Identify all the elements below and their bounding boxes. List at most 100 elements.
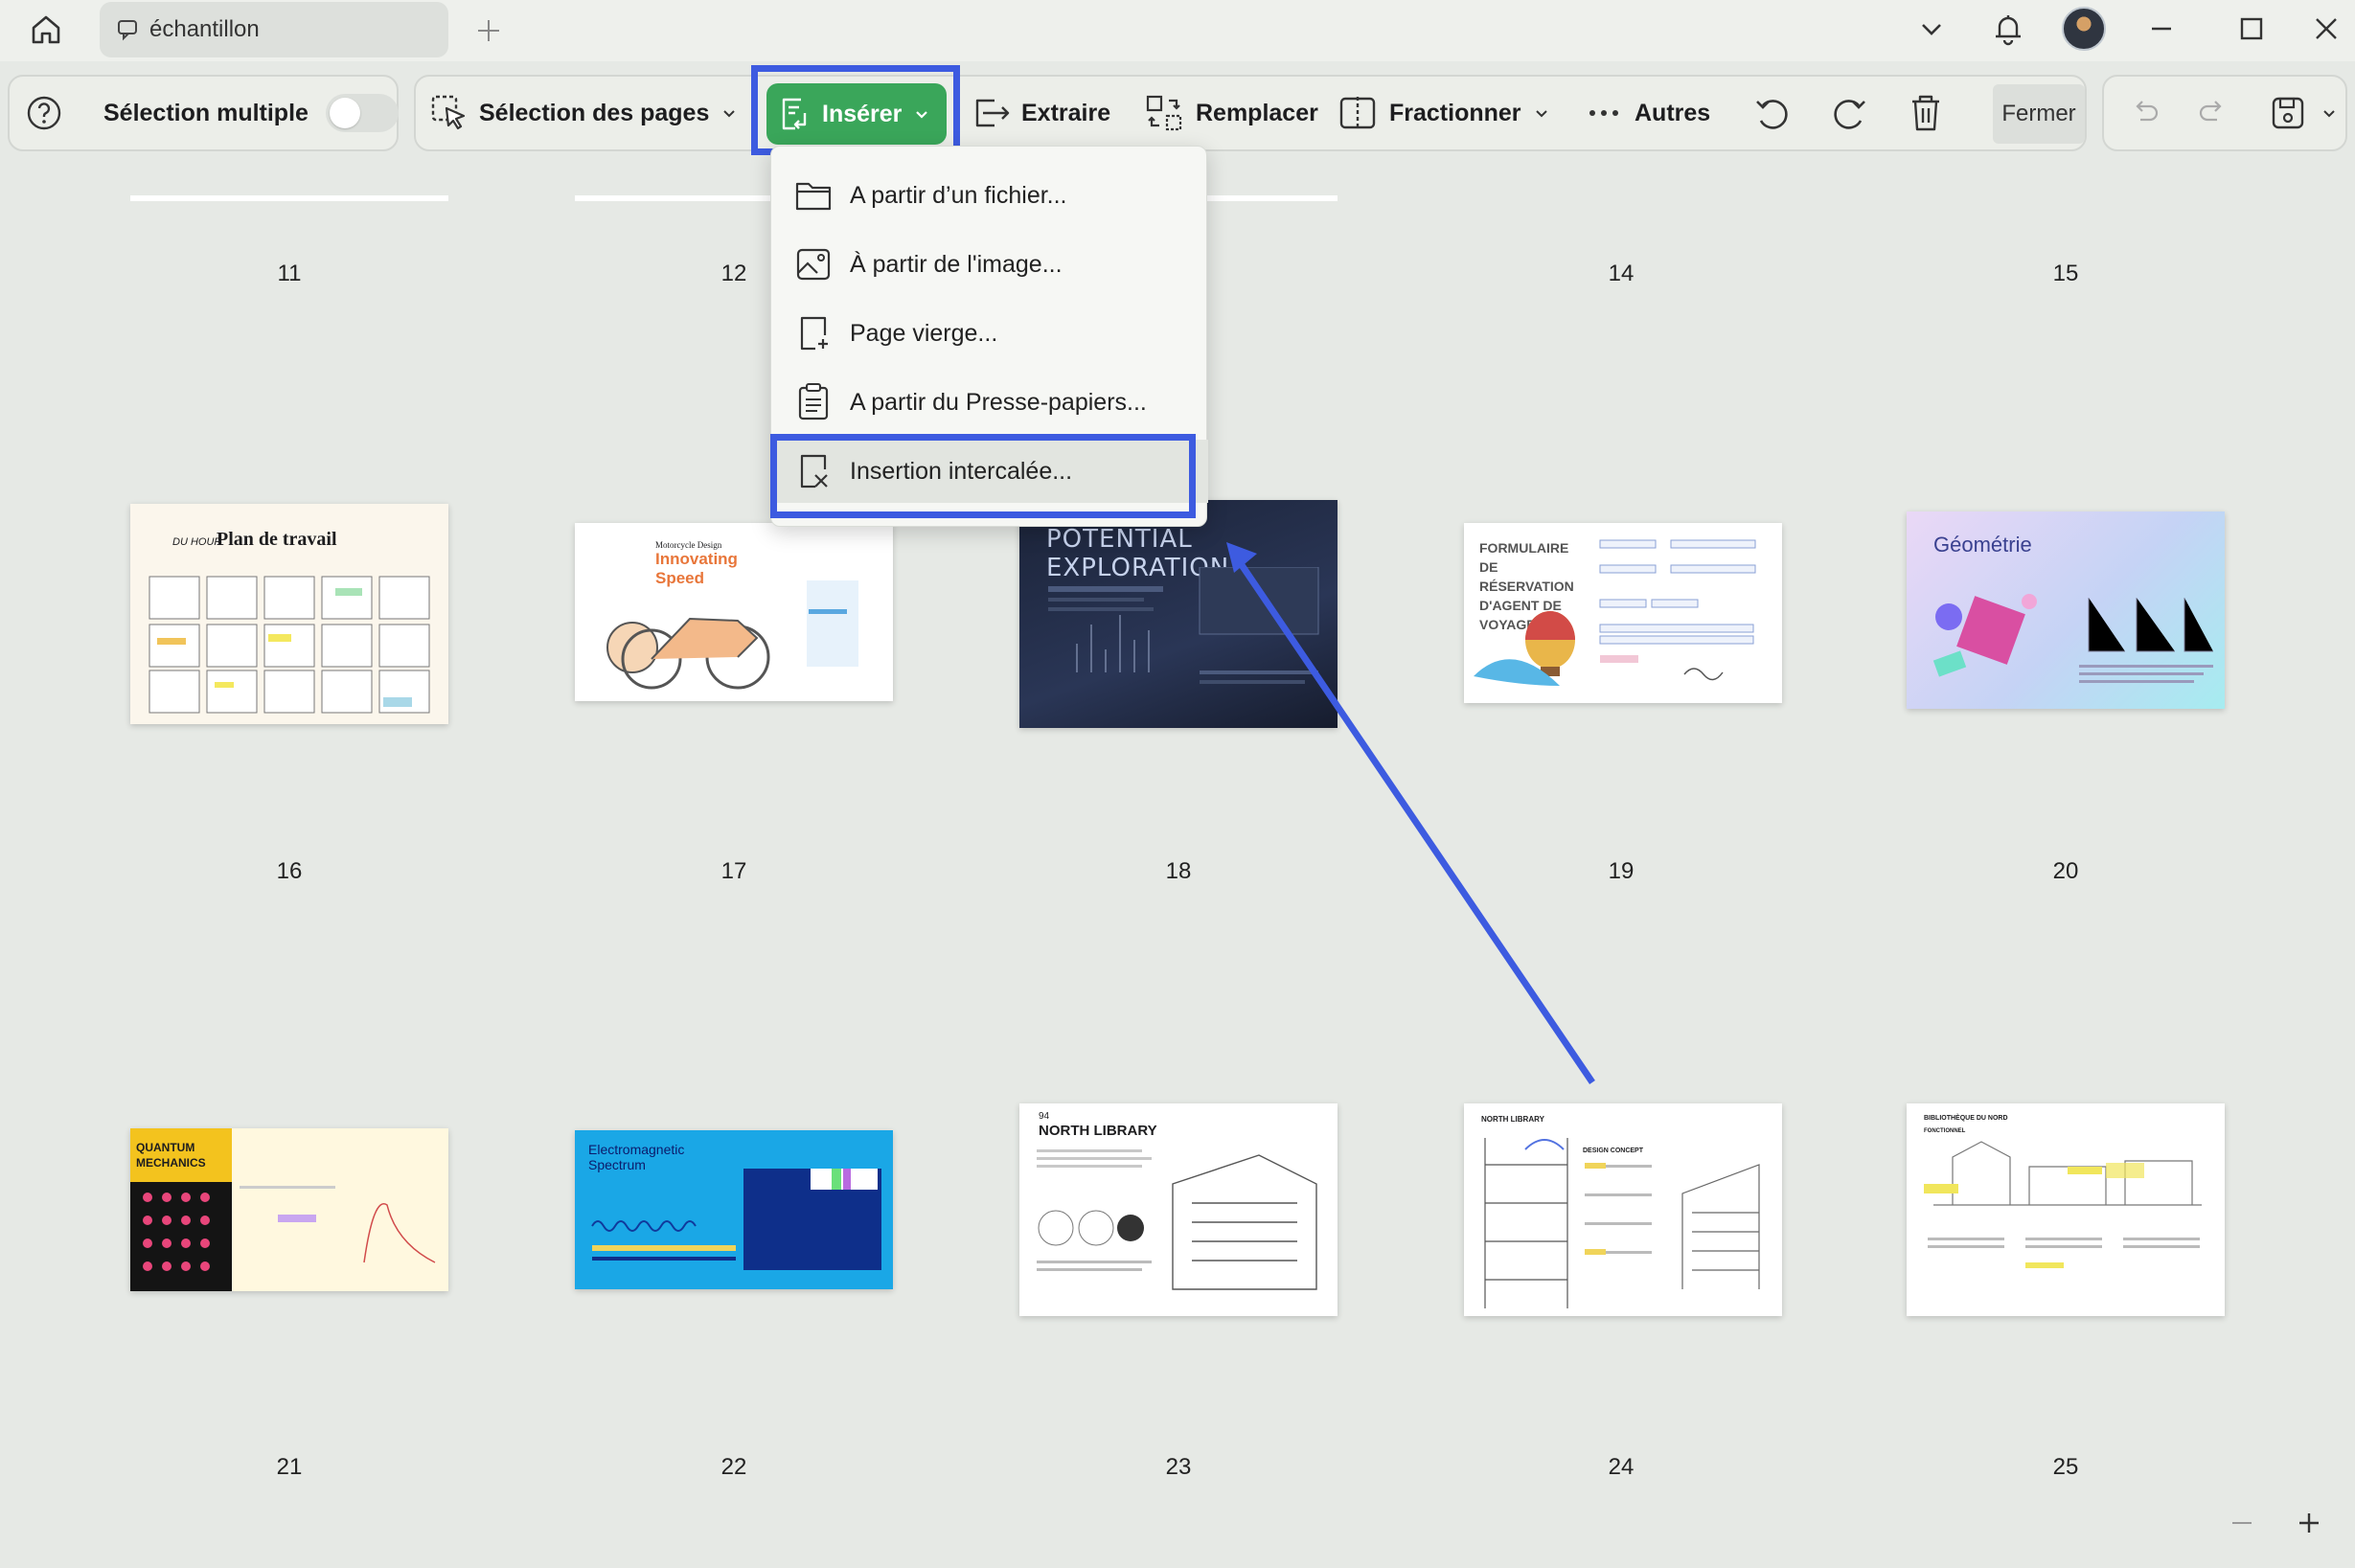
folder-icon xyxy=(795,182,832,211)
page-thumbnail-23[interactable]: 94 NORTH LIBRARY xyxy=(1019,1103,1338,1316)
page-number: 15 xyxy=(2052,261,2079,286)
rotate-left-icon xyxy=(1756,100,1788,129)
document-tab[interactable]: échantillon xyxy=(100,2,448,57)
tabs-dropdown-button[interactable] xyxy=(1909,8,1955,50)
menu-item-label: À partir de l'image... xyxy=(850,250,1063,278)
more-label: Autres xyxy=(1635,99,1711,126)
multi-select-group: Sélection multiple xyxy=(8,75,399,151)
page-art xyxy=(1932,594,2213,683)
page-title: BIBLIOTHÈQUE DU NORD xyxy=(1924,1115,2008,1122)
menu-item-from-file[interactable]: A partir d’un fichier... xyxy=(771,164,1208,227)
page-thumbnail-18[interactable]: POTENTIAL EXPLORATION xyxy=(1019,500,1338,728)
page-art xyxy=(149,576,430,714)
page-tools-group: Sélection des pages Extraire Remplacer F… xyxy=(414,75,2087,151)
save-icon xyxy=(2272,97,2304,129)
maximize-button[interactable] xyxy=(2229,8,2275,50)
extract-label: Extraire xyxy=(1021,99,1111,126)
user-avatar[interactable] xyxy=(2062,7,2106,51)
blank-page-icon xyxy=(800,316,828,351)
page-small-text: FONCTIONNEL xyxy=(1924,1128,1966,1134)
page-number: 14 xyxy=(1608,261,1635,286)
page-number: 12 xyxy=(720,261,747,286)
title-bar: échantillon xyxy=(0,0,2355,61)
page-art xyxy=(1484,1138,1760,1308)
page-thumbnail-19[interactable]: FORMULAIRE DE RÉSERVATION D'AGENT DE VOY… xyxy=(1464,523,1782,703)
page-thumbnail[interactable] xyxy=(130,144,448,201)
minus-icon xyxy=(2232,1522,2252,1524)
page-art xyxy=(1037,1149,1317,1290)
zoom-out-button[interactable] xyxy=(2223,1504,2261,1542)
redo-icon xyxy=(2199,101,2222,122)
menu-item-from-image[interactable]: À partir de l'image... xyxy=(771,233,1208,296)
close-window-button[interactable] xyxy=(2303,8,2349,50)
rotate-right-icon xyxy=(1834,100,1865,129)
multi-select-toggle[interactable]: Sélection multiple xyxy=(103,77,399,149)
page-number: 19 xyxy=(1608,858,1635,884)
page-thumbnail-20[interactable]: Géométrie xyxy=(1907,511,2225,709)
page-number: 17 xyxy=(720,858,747,884)
zoom-in-button[interactable] xyxy=(2290,1504,2328,1542)
home-button[interactable] xyxy=(19,6,73,54)
page-number: 25 xyxy=(2052,1454,2079,1480)
trash-icon xyxy=(1912,95,1939,131)
page-thumbnail[interactable] xyxy=(1198,144,1338,201)
page-art xyxy=(143,1186,436,1271)
toggle-switch[interactable] xyxy=(325,94,399,132)
split-button[interactable]: Fractionner xyxy=(1338,77,1550,149)
chevron-down-icon xyxy=(723,110,736,118)
page-art xyxy=(1474,539,1756,686)
multi-select-label: Sélection multiple xyxy=(103,99,309,126)
page-number: 11 xyxy=(277,261,302,286)
page-thumbnail-16[interactable]: DU HOUR Plan de travail xyxy=(130,504,448,724)
home-icon xyxy=(32,15,60,44)
minimize-button[interactable] xyxy=(2138,8,2184,50)
menu-item-blank-page[interactable]: Page vierge... xyxy=(771,302,1208,365)
cursor-select-icon xyxy=(431,95,466,130)
page-thumbnail-25[interactable]: BIBLIOTHÈQUE DU NORD FONCTIONNEL xyxy=(1907,1103,2225,1316)
plus-icon xyxy=(2299,1513,2319,1533)
page-title: NORTH LIBRARY xyxy=(1039,1123,1157,1139)
help-button[interactable] xyxy=(25,77,63,149)
history-group xyxy=(2102,75,2347,151)
page-number: 24 xyxy=(1608,1454,1635,1480)
page-thumbnail-22[interactable]: Electromagnetic Spectrum xyxy=(575,1130,893,1289)
clipboard-icon xyxy=(798,383,829,420)
page-thumbnail-17[interactable]: Motorcycle Design Innovating Speed xyxy=(575,523,893,701)
page-number: 20 xyxy=(2052,858,2079,884)
chevron-down-icon xyxy=(2323,110,2335,118)
menu-item-from-clipboard[interactable]: A partir du Presse-papiers... xyxy=(771,371,1208,434)
page-select-button[interactable]: Sélection des pages xyxy=(429,77,738,149)
delete-button[interactable] xyxy=(1907,77,1945,149)
help-icon xyxy=(27,96,61,130)
redo-button[interactable] xyxy=(2196,77,2229,149)
maximize-icon xyxy=(2240,17,2263,40)
comment-icon xyxy=(113,15,142,44)
page-select-label: Sélection des pages xyxy=(479,99,710,126)
page-thumbnail-24[interactable]: NORTH LIBRARY DESIGN CONCEPT xyxy=(1464,1103,1782,1316)
rotate-right-button[interactable] xyxy=(1828,77,1870,149)
replace-button[interactable]: Remplacer xyxy=(1144,77,1318,149)
undo-button[interactable] xyxy=(2129,77,2161,149)
close-document-button[interactable]: Fermer xyxy=(1993,84,2085,144)
image-icon xyxy=(796,248,831,281)
replace-icon xyxy=(1146,95,1182,131)
page-number: 16 xyxy=(276,858,303,884)
menu-item-label: A partir du Presse-papiers... xyxy=(850,388,1147,416)
interleave-highlight-box xyxy=(770,434,1196,518)
new-tab-button[interactable] xyxy=(469,11,508,50)
replace-label: Remplacer xyxy=(1196,99,1318,126)
page-title: Plan de travail xyxy=(217,529,337,550)
rotate-left-button[interactable] xyxy=(1751,77,1794,149)
more-button[interactable]: Autres xyxy=(1585,77,1710,149)
split-icon xyxy=(1339,97,1376,129)
page-thumbnail-21[interactable]: QUANTUM MECHANICS xyxy=(130,1128,448,1291)
minimize-icon xyxy=(2152,27,2171,31)
notifications-button[interactable] xyxy=(1985,8,2031,50)
page-title: NORTH LIBRARY xyxy=(1481,1115,1544,1124)
page-small-text: DU HOUR xyxy=(172,536,222,548)
extract-icon xyxy=(975,99,1010,127)
page-number: 18 xyxy=(1165,858,1192,884)
page-title: Géométrie xyxy=(1933,533,2032,557)
extract-button[interactable]: Extraire xyxy=(972,77,1110,149)
save-button[interactable] xyxy=(2269,77,2338,149)
